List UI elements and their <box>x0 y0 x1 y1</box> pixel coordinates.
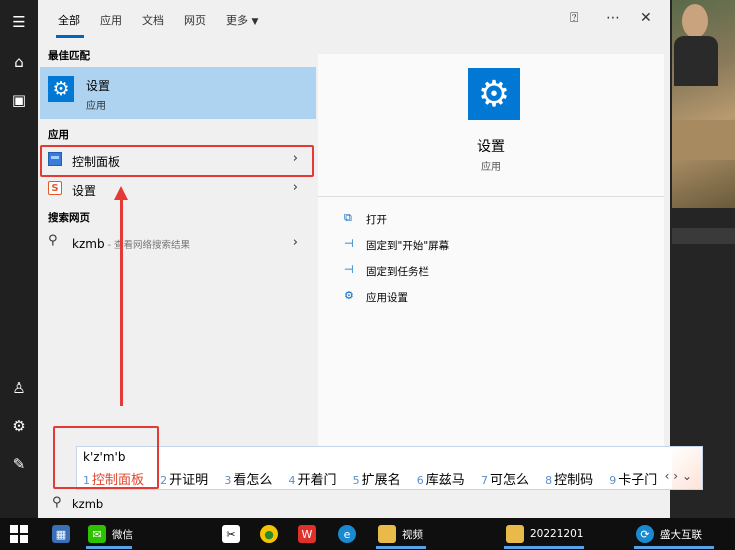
active-tab-indicator <box>56 35 84 38</box>
ime-candidate[interactable]: 9 卡子门 <box>609 473 663 488</box>
search-input[interactable]: kzmb <box>72 497 103 511</box>
taskbar-folder-video[interactable]: 视频 <box>378 524 423 544</box>
tab-all[interactable]: 全部 <box>58 12 80 28</box>
active-indicator <box>504 546 584 549</box>
ime-page-nav[interactable]: ‹ › ⌄ <box>665 469 692 483</box>
section-web: 搜索网页 <box>48 212 90 224</box>
annotation-box-control-panel <box>40 145 314 177</box>
search-bar[interactable]: ⚲ kzmb <box>38 490 670 518</box>
results-list: 最佳匹配 ⚙ 设置 应用 应用 控制面板 › S 设置 › 搜索网页 ⚲ kzm… <box>38 40 316 446</box>
action-label: 打开 <box>366 214 387 226</box>
detail-subtitle: 应用 <box>481 162 501 173</box>
web-query-suffix: - 查看网络搜索结果 <box>104 240 191 251</box>
start-sidebar: ☰ ⌂ ▣ ♙ ⚙ ✎ <box>0 0 38 518</box>
documents-icon[interactable]: ▣ <box>0 84 38 116</box>
user-account-icon[interactable]: ♙ <box>0 372 38 404</box>
action-label: 应用设置 <box>366 292 408 304</box>
folder-icon <box>506 525 524 543</box>
hamburger-menu-icon[interactable]: ☰ <box>0 6 38 38</box>
folder-icon <box>378 525 396 543</box>
wechat-icon: ✉ <box>88 525 106 543</box>
section-apps: 应用 <box>48 129 69 141</box>
settings-app-icon: S <box>48 181 62 195</box>
calculator-icon: ▦ <box>52 525 70 543</box>
tab-more-label: 更多 <box>226 14 248 27</box>
pin-start-icon: ⊣ <box>344 237 354 250</box>
windows-start-icon[interactable] <box>10 525 28 543</box>
taskbar-app[interactable]: ⟳ 盛大互联 <box>636 524 702 544</box>
browser-icon: ● <box>260 525 278 543</box>
search-tabs: 全部 应用 文档 网页 更多 ▼ ⍰ ⋯ ✕ <box>38 0 670 40</box>
app-icon: ⟳ <box>636 525 654 543</box>
capcut-icon: ✂ <box>222 525 240 543</box>
app-item-settings[interactable]: S 设置 › <box>40 175 316 203</box>
taskbar-label: 20221201 <box>530 528 584 540</box>
ime-candidate[interactable]: 4 开着门 <box>288 473 342 488</box>
best-match-subtitle: 应用 <box>86 101 106 112</box>
tab-web[interactable]: 网页 <box>184 12 206 28</box>
chevron-down-icon[interactable]: ⌄ <box>682 469 692 483</box>
gear-icon: ⚙ <box>344 289 354 302</box>
detail-pane: ⚙ 设置 应用 ⧉ 打开 ⊣ 固定到"开始"屏幕 ⊣ 固定到任务栏 ⚙ 应用设置 <box>318 54 664 446</box>
taskbar-wechat[interactable]: ✉ 微信 <box>88 524 133 544</box>
tab-apps[interactable]: 应用 <box>100 12 122 28</box>
ime-candidate[interactable]: 7 可怎么 <box>481 473 535 488</box>
chevron-left-icon[interactable]: ‹ <box>665 469 670 483</box>
edge-icon: e <box>338 525 356 543</box>
section-best-match: 最佳匹配 <box>48 50 90 62</box>
close-icon[interactable]: ✕ <box>640 10 652 26</box>
settings-gear-icon: ⚙ <box>48 76 74 102</box>
more-options-icon[interactable]: ⋯ <box>606 10 620 26</box>
taskbar: ▦ ✉ 微信 ✂ ● W e 视频 20221201 ⟳ 盛大互联 <box>0 518 735 550</box>
best-match-title: 设置 <box>86 79 111 93</box>
active-indicator <box>376 546 426 549</box>
ime-candidate-window: k'z'm'b 1 控制面板 2 开证明 3 看怎么 4 开着门 5 扩展名 6 库兹马 7… <box>76 446 703 490</box>
chevron-right-icon[interactable]: › <box>293 235 298 250</box>
feedback-icon[interactable]: ✎ <box>0 448 38 480</box>
annotation-box-ime <box>53 426 159 489</box>
settings-gear-icon[interactable]: ⚙ <box>0 410 38 442</box>
taskbar-folder-date[interactable]: 20221201 <box>506 524 583 544</box>
taskbar-wps[interactable]: W <box>298 524 322 544</box>
ime-candidate[interactable]: 6 库兹马 <box>417 473 471 488</box>
settings-gear-icon: ⚙ <box>468 68 520 120</box>
chevron-down-icon: ▼ <box>251 17 259 27</box>
ime-candidate[interactable]: 5 扩展名 <box>353 473 407 488</box>
annotation-arrow <box>120 196 123 406</box>
taskbar-calculator[interactable]: ▦ <box>52 524 76 544</box>
action-label: 固定到任务栏 <box>366 266 429 278</box>
ime-candidate[interactable]: 2 开证明 <box>160 473 214 488</box>
divider <box>318 196 664 197</box>
chevron-right-icon[interactable]: › <box>293 180 298 195</box>
background-photo <box>672 0 735 208</box>
wps-icon: W <box>298 525 316 543</box>
active-indicator <box>634 546 714 549</box>
ime-candidate[interactable]: 8 控制码 <box>545 473 599 488</box>
tab-more[interactable]: 更多 ▼ <box>226 12 258 28</box>
search-icon: ⚲ <box>52 495 62 510</box>
taskbar-label: 视频 <box>402 528 423 541</box>
taskbar-edge[interactable]: e <box>338 524 362 544</box>
taskbar-label: 盛大互联 <box>660 528 702 541</box>
web-search-item[interactable]: ⚲ kzmb - 查看网络搜索结果 › <box>40 230 316 258</box>
open-icon: ⧉ <box>344 211 352 224</box>
best-match-item[interactable]: ⚙ 设置 应用 <box>40 67 316 119</box>
taskbar-capcut[interactable]: ✂ <box>222 524 246 544</box>
taskbar-label: 微信 <box>112 528 133 541</box>
pin-taskbar-icon: ⊣ <box>344 263 354 276</box>
web-query: kzmb <box>72 237 105 251</box>
app-item-label: 设置 <box>72 184 97 198</box>
detail-title: 设置 <box>477 139 505 155</box>
tab-documents[interactable]: 文档 <box>142 12 164 28</box>
chevron-right-icon[interactable]: › <box>673 469 678 483</box>
ime-candidate[interactable]: 3 看怎么 <box>224 473 278 488</box>
ime-candidate-list: 1 控制面板 2 开证明 3 看怎么 4 开着门 5 扩展名 6 库兹马 7 可怎么 8 控制码… <box>83 469 669 488</box>
taskbar-browser[interactable]: ● <box>260 524 284 544</box>
active-indicator <box>86 546 132 549</box>
feedback-icon[interactable]: ⍰ <box>570 10 578 26</box>
background-strip <box>672 228 735 244</box>
home-icon[interactable]: ⌂ <box>0 46 38 78</box>
action-label: 固定到"开始"屏幕 <box>366 240 450 252</box>
search-icon: ⚲ <box>48 233 58 248</box>
